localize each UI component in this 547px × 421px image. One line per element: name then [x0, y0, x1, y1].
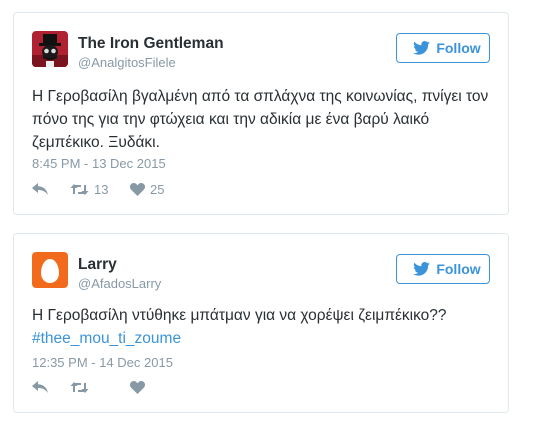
tweet-text: Η Γεροβασίλη βγαλμένη από τα σπλάχνα της…: [32, 88, 489, 151]
follow-button[interactable]: Follow: [396, 254, 490, 284]
heart-icon: [130, 381, 145, 394]
like-button[interactable]: 25: [130, 182, 180, 197]
user-handle[interactable]: @AfadosLarry: [78, 276, 161, 291]
avatar[interactable]: [32, 252, 68, 288]
egg-avatar: [32, 252, 68, 288]
follow-label: Follow: [436, 261, 481, 277]
reply-button[interactable]: [32, 381, 70, 394]
timestamp[interactable]: 8:45 PM - 13 Dec 2015: [32, 156, 166, 171]
follow-label: Follow: [436, 40, 481, 56]
hashtag-link[interactable]: #thee_mou_ti_zoume: [32, 327, 490, 350]
retweet-count: 13: [94, 182, 109, 197]
tweet-card: Larry @AfadosLarry Follow Η Γεροβασίλη ν…: [13, 233, 509, 413]
twitter-bird-icon: [413, 41, 431, 55]
tweet-card: The Iron Gentleman @AnalgitosFilele Foll…: [13, 12, 509, 215]
twitter-bird-icon: [413, 262, 431, 276]
user-name[interactable]: Larry: [78, 256, 117, 274]
reply-icon: [32, 183, 48, 195]
retweet-icon: [70, 184, 89, 195]
reply-button[interactable]: [32, 183, 70, 196]
reply-icon: [32, 381, 48, 393]
tweet-text-block: Η Γεροβασίλη ντύθηκε μπάτμαν για να χορέ…: [32, 304, 490, 350]
tweet-actions: [32, 381, 180, 394]
iron-gentleman-avatar: [32, 31, 68, 67]
retweet-button[interactable]: [70, 381, 130, 394]
user-handle[interactable]: @AnalgitosFilele: [78, 55, 176, 70]
heart-icon: [130, 183, 145, 196]
like-button[interactable]: [130, 381, 180, 394]
timestamp[interactable]: 12:35 PM - 14 Dec 2015: [32, 355, 173, 370]
retweet-icon: [70, 382, 89, 393]
follow-button[interactable]: Follow: [396, 33, 490, 63]
tweet-actions: 13 25: [32, 182, 180, 197]
avatar[interactable]: [32, 31, 68, 67]
tweet-text: Η Γεροβασίλη ντύθηκε μπάτμαν για να χορέ…: [32, 307, 447, 324]
user-name[interactable]: The Iron Gentleman: [78, 35, 224, 53]
like-count: 25: [150, 182, 165, 197]
retweet-button[interactable]: 13: [70, 182, 130, 197]
